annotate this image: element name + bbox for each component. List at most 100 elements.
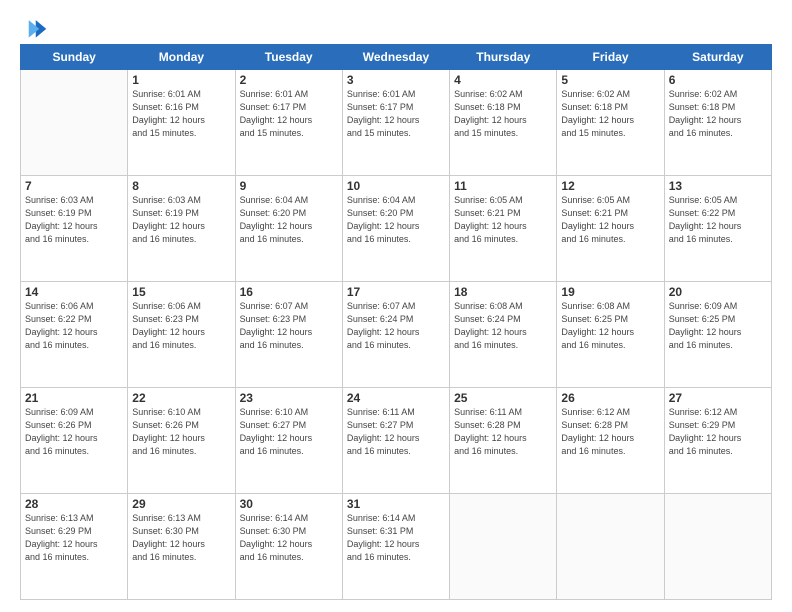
day-number: 18 bbox=[454, 285, 552, 299]
day-number: 1 bbox=[132, 73, 230, 87]
calendar-cell: 12Sunrise: 6:05 AM Sunset: 6:21 PM Dayli… bbox=[557, 176, 664, 282]
calendar-cell: 8Sunrise: 6:03 AM Sunset: 6:19 PM Daylig… bbox=[128, 176, 235, 282]
day-info: Sunrise: 6:06 AM Sunset: 6:22 PM Dayligh… bbox=[25, 300, 123, 352]
calendar-cell: 23Sunrise: 6:10 AM Sunset: 6:27 PM Dayli… bbox=[235, 388, 342, 494]
day-info: Sunrise: 6:05 AM Sunset: 6:21 PM Dayligh… bbox=[454, 194, 552, 246]
day-number: 24 bbox=[347, 391, 445, 405]
day-number: 16 bbox=[240, 285, 338, 299]
day-info: Sunrise: 6:14 AM Sunset: 6:30 PM Dayligh… bbox=[240, 512, 338, 564]
calendar-cell: 13Sunrise: 6:05 AM Sunset: 6:22 PM Dayli… bbox=[664, 176, 771, 282]
day-number: 10 bbox=[347, 179, 445, 193]
day-number: 11 bbox=[454, 179, 552, 193]
calendar-cell: 4Sunrise: 6:02 AM Sunset: 6:18 PM Daylig… bbox=[450, 70, 557, 176]
calendar-cell: 28Sunrise: 6:13 AM Sunset: 6:29 PM Dayli… bbox=[21, 494, 128, 600]
day-info: Sunrise: 6:01 AM Sunset: 6:17 PM Dayligh… bbox=[240, 88, 338, 140]
calendar-cell: 29Sunrise: 6:13 AM Sunset: 6:30 PM Dayli… bbox=[128, 494, 235, 600]
header bbox=[20, 18, 772, 38]
day-number: 21 bbox=[25, 391, 123, 405]
page: SundayMondayTuesdayWednesdayThursdayFrid… bbox=[0, 0, 792, 612]
calendar-cell: 18Sunrise: 6:08 AM Sunset: 6:24 PM Dayli… bbox=[450, 282, 557, 388]
calendar-cell: 31Sunrise: 6:14 AM Sunset: 6:31 PM Dayli… bbox=[342, 494, 449, 600]
calendar-cell bbox=[557, 494, 664, 600]
calendar-cell: 27Sunrise: 6:12 AM Sunset: 6:29 PM Dayli… bbox=[664, 388, 771, 494]
day-info: Sunrise: 6:02 AM Sunset: 6:18 PM Dayligh… bbox=[669, 88, 767, 140]
col-header-sunday: Sunday bbox=[21, 45, 128, 70]
day-number: 14 bbox=[25, 285, 123, 299]
calendar-cell: 19Sunrise: 6:08 AM Sunset: 6:25 PM Dayli… bbox=[557, 282, 664, 388]
col-header-monday: Monday bbox=[128, 45, 235, 70]
day-number: 5 bbox=[561, 73, 659, 87]
day-number: 20 bbox=[669, 285, 767, 299]
calendar-cell: 5Sunrise: 6:02 AM Sunset: 6:18 PM Daylig… bbox=[557, 70, 664, 176]
calendar-cell: 20Sunrise: 6:09 AM Sunset: 6:25 PM Dayli… bbox=[664, 282, 771, 388]
day-number: 29 bbox=[132, 497, 230, 511]
day-info: Sunrise: 6:03 AM Sunset: 6:19 PM Dayligh… bbox=[132, 194, 230, 246]
day-info: Sunrise: 6:03 AM Sunset: 6:19 PM Dayligh… bbox=[25, 194, 123, 246]
day-info: Sunrise: 6:13 AM Sunset: 6:30 PM Dayligh… bbox=[132, 512, 230, 564]
calendar-cell: 1Sunrise: 6:01 AM Sunset: 6:16 PM Daylig… bbox=[128, 70, 235, 176]
day-number: 6 bbox=[669, 73, 767, 87]
calendar-cell bbox=[450, 494, 557, 600]
calendar-cell: 16Sunrise: 6:07 AM Sunset: 6:23 PM Dayli… bbox=[235, 282, 342, 388]
day-info: Sunrise: 6:09 AM Sunset: 6:25 PM Dayligh… bbox=[669, 300, 767, 352]
calendar-cell: 17Sunrise: 6:07 AM Sunset: 6:24 PM Dayli… bbox=[342, 282, 449, 388]
day-info: Sunrise: 6:07 AM Sunset: 6:23 PM Dayligh… bbox=[240, 300, 338, 352]
day-number: 9 bbox=[240, 179, 338, 193]
calendar-cell: 9Sunrise: 6:04 AM Sunset: 6:20 PM Daylig… bbox=[235, 176, 342, 282]
day-number: 28 bbox=[25, 497, 123, 511]
day-info: Sunrise: 6:08 AM Sunset: 6:24 PM Dayligh… bbox=[454, 300, 552, 352]
day-number: 15 bbox=[132, 285, 230, 299]
col-header-tuesday: Tuesday bbox=[235, 45, 342, 70]
day-number: 4 bbox=[454, 73, 552, 87]
day-info: Sunrise: 6:04 AM Sunset: 6:20 PM Dayligh… bbox=[347, 194, 445, 246]
calendar-cell: 7Sunrise: 6:03 AM Sunset: 6:19 PM Daylig… bbox=[21, 176, 128, 282]
day-info: Sunrise: 6:10 AM Sunset: 6:27 PM Dayligh… bbox=[240, 406, 338, 458]
calendar-cell: 3Sunrise: 6:01 AM Sunset: 6:17 PM Daylig… bbox=[342, 70, 449, 176]
day-number: 26 bbox=[561, 391, 659, 405]
day-info: Sunrise: 6:01 AM Sunset: 6:17 PM Dayligh… bbox=[347, 88, 445, 140]
col-header-wednesday: Wednesday bbox=[342, 45, 449, 70]
day-number: 31 bbox=[347, 497, 445, 511]
day-info: Sunrise: 6:01 AM Sunset: 6:16 PM Dayligh… bbox=[132, 88, 230, 140]
day-info: Sunrise: 6:11 AM Sunset: 6:27 PM Dayligh… bbox=[347, 406, 445, 458]
col-header-thursday: Thursday bbox=[450, 45, 557, 70]
day-info: Sunrise: 6:02 AM Sunset: 6:18 PM Dayligh… bbox=[561, 88, 659, 140]
day-info: Sunrise: 6:05 AM Sunset: 6:21 PM Dayligh… bbox=[561, 194, 659, 246]
day-info: Sunrise: 6:07 AM Sunset: 6:24 PM Dayligh… bbox=[347, 300, 445, 352]
logo-icon bbox=[20, 18, 48, 38]
day-info: Sunrise: 6:13 AM Sunset: 6:29 PM Dayligh… bbox=[25, 512, 123, 564]
day-number: 22 bbox=[132, 391, 230, 405]
calendar-week-2: 7Sunrise: 6:03 AM Sunset: 6:19 PM Daylig… bbox=[21, 176, 772, 282]
day-info: Sunrise: 6:14 AM Sunset: 6:31 PM Dayligh… bbox=[347, 512, 445, 564]
day-number: 23 bbox=[240, 391, 338, 405]
calendar-table: SundayMondayTuesdayWednesdayThursdayFrid… bbox=[20, 44, 772, 600]
day-info: Sunrise: 6:02 AM Sunset: 6:18 PM Dayligh… bbox=[454, 88, 552, 140]
day-number: 13 bbox=[669, 179, 767, 193]
calendar-cell bbox=[664, 494, 771, 600]
col-header-saturday: Saturday bbox=[664, 45, 771, 70]
calendar-cell: 11Sunrise: 6:05 AM Sunset: 6:21 PM Dayli… bbox=[450, 176, 557, 282]
calendar-cell: 10Sunrise: 6:04 AM Sunset: 6:20 PM Dayli… bbox=[342, 176, 449, 282]
day-number: 19 bbox=[561, 285, 659, 299]
day-info: Sunrise: 6:09 AM Sunset: 6:26 PM Dayligh… bbox=[25, 406, 123, 458]
day-info: Sunrise: 6:06 AM Sunset: 6:23 PM Dayligh… bbox=[132, 300, 230, 352]
calendar-cell: 30Sunrise: 6:14 AM Sunset: 6:30 PM Dayli… bbox=[235, 494, 342, 600]
calendar-cell: 14Sunrise: 6:06 AM Sunset: 6:22 PM Dayli… bbox=[21, 282, 128, 388]
calendar-week-5: 28Sunrise: 6:13 AM Sunset: 6:29 PM Dayli… bbox=[21, 494, 772, 600]
day-number: 12 bbox=[561, 179, 659, 193]
day-info: Sunrise: 6:10 AM Sunset: 6:26 PM Dayligh… bbox=[132, 406, 230, 458]
calendar-cell: 6Sunrise: 6:02 AM Sunset: 6:18 PM Daylig… bbox=[664, 70, 771, 176]
calendar-cell: 26Sunrise: 6:12 AM Sunset: 6:28 PM Dayli… bbox=[557, 388, 664, 494]
calendar-cell bbox=[21, 70, 128, 176]
calendar-week-1: 1Sunrise: 6:01 AM Sunset: 6:16 PM Daylig… bbox=[21, 70, 772, 176]
day-number: 25 bbox=[454, 391, 552, 405]
calendar-cell: 22Sunrise: 6:10 AM Sunset: 6:26 PM Dayli… bbox=[128, 388, 235, 494]
day-info: Sunrise: 6:08 AM Sunset: 6:25 PM Dayligh… bbox=[561, 300, 659, 352]
col-header-friday: Friday bbox=[557, 45, 664, 70]
day-info: Sunrise: 6:04 AM Sunset: 6:20 PM Dayligh… bbox=[240, 194, 338, 246]
day-info: Sunrise: 6:12 AM Sunset: 6:28 PM Dayligh… bbox=[561, 406, 659, 458]
day-number: 30 bbox=[240, 497, 338, 511]
calendar-week-3: 14Sunrise: 6:06 AM Sunset: 6:22 PM Dayli… bbox=[21, 282, 772, 388]
calendar-cell: 2Sunrise: 6:01 AM Sunset: 6:17 PM Daylig… bbox=[235, 70, 342, 176]
day-number: 2 bbox=[240, 73, 338, 87]
